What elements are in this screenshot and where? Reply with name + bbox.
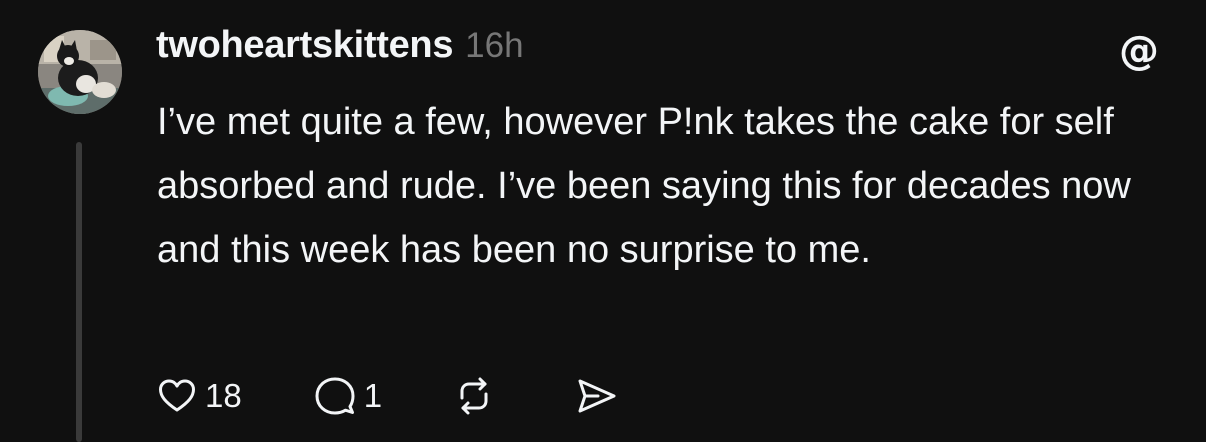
reply-button[interactable]: 1 xyxy=(314,375,382,417)
action-bar: 18 1 xyxy=(157,370,618,422)
avatar[interactable] xyxy=(38,30,122,114)
thread-post: twoheartskittens 16h @ I’ve met quite a … xyxy=(0,0,1206,442)
replies-count: 1 xyxy=(363,377,383,414)
share-button[interactable] xyxy=(574,376,618,416)
heart-icon xyxy=(159,379,195,412)
thread-line xyxy=(76,142,82,442)
send-icon xyxy=(578,379,616,413)
avatar-image xyxy=(38,30,122,114)
threads-logo-icon[interactable]: @ xyxy=(1116,28,1162,74)
likes-count: 18 xyxy=(205,377,242,414)
like-button[interactable]: 18 xyxy=(157,376,242,416)
username[interactable]: twoheartskittens xyxy=(156,24,453,67)
repost-button[interactable] xyxy=(454,376,494,416)
post-header: twoheartskittens 16h xyxy=(156,24,524,72)
repost-icon xyxy=(460,377,488,415)
timestamp[interactable]: 16h xyxy=(465,26,523,66)
post-text: I’ve met quite a few, however P!nk takes… xyxy=(157,101,1131,271)
svg-text:@: @ xyxy=(1119,28,1159,74)
comment-icon xyxy=(315,377,355,415)
